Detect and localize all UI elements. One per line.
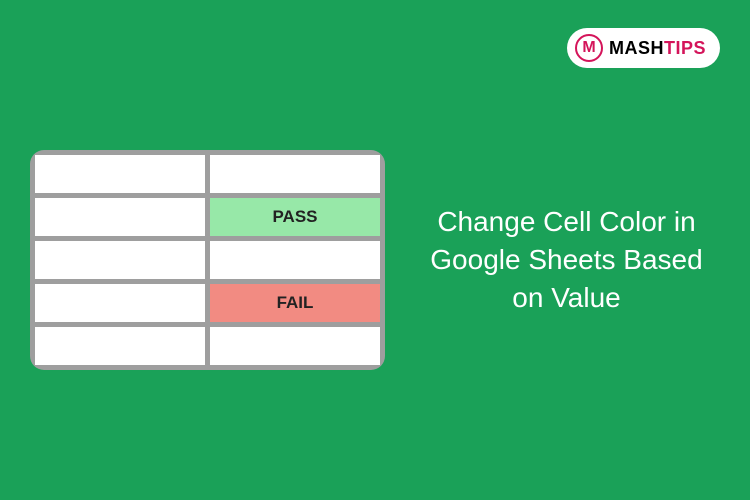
page-title: Change Cell Color in Google Sheets Based…: [413, 203, 720, 316]
content-row: PASS FAIL Change Cell Color in Google Sh…: [30, 150, 720, 370]
table-cell: [35, 284, 205, 322]
table-cell: [35, 155, 205, 193]
table-cell: [210, 155, 380, 193]
logo-text-mash: MASH: [609, 38, 664, 58]
logo-text: MASHTIPS: [609, 38, 706, 59]
brand-logo: M MASHTIPS: [567, 28, 720, 68]
logo-text-tips: TIPS: [664, 38, 706, 58]
table-cell: [35, 327, 205, 365]
table-cell: [35, 241, 205, 279]
logo-m-icon: M: [575, 34, 603, 62]
spreadsheet-table: PASS FAIL: [30, 150, 385, 370]
logo-icon-letter: M: [582, 39, 595, 57]
table-cell: [210, 327, 380, 365]
table-cell: [210, 241, 380, 279]
table-cell: [35, 198, 205, 236]
table-cell-fail: FAIL: [210, 284, 380, 322]
table-cell-pass: PASS: [210, 198, 380, 236]
